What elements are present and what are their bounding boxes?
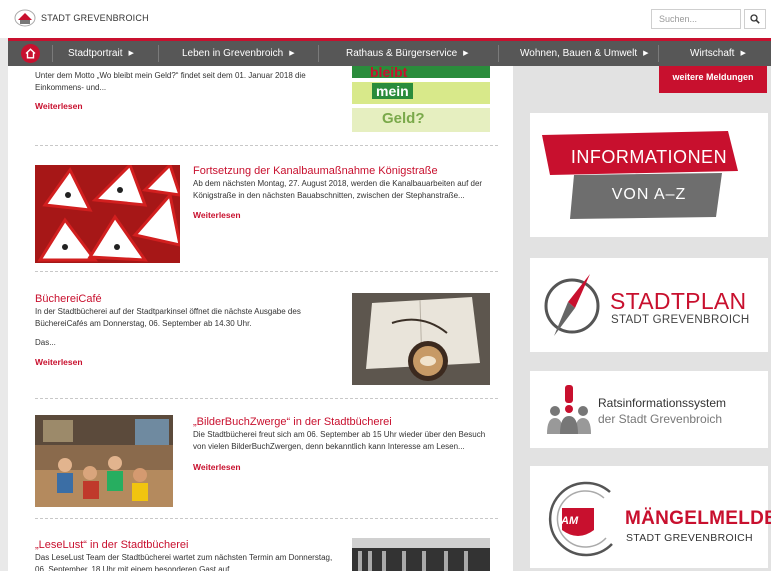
read-more-link[interactable]: Weiterlesen <box>193 210 493 220</box>
sidebar: weitere Meldungen INFORMATIONEN VON A–Z … <box>513 66 771 571</box>
nav-item-stadtportrait[interactable]: Stadtportrait ▶ <box>68 41 134 66</box>
city-map-tile[interactable]: STADTPLAN STADT GREVENBROICH <box>530 258 768 352</box>
triangle-right-icon: ▶ <box>643 50 649 57</box>
nav-item-rathaus[interactable]: Rathaus & Bürgerservice ▶ <box>346 41 469 66</box>
search-icon <box>750 14 760 24</box>
news-item-title[interactable]: BüchereiCafé <box>35 292 335 306</box>
nav-item-label: Rathaus & Bürgerservice <box>346 48 458 59</box>
info-a-z-subtitle: VON A–Z <box>611 186 687 203</box>
defect-reporter-subtitle: STADT GREVENBROICH <box>626 532 753 544</box>
info-a-z-graphic <box>542 131 738 219</box>
read-more-link[interactable]: Weiterlesen <box>193 462 493 472</box>
read-more-link[interactable]: Weiterlesen <box>35 357 335 367</box>
compass-icon <box>544 274 600 336</box>
city-map-title: STADTPLAN <box>610 288 747 314</box>
children-library-image[interactable] <box>35 415 173 507</box>
nav-item-wirtschaft[interactable]: Wirtschaft ▶ <box>690 41 746 66</box>
news-item-text: In der Stadtbücherei auf der Stadtparkin… <box>35 307 301 328</box>
nav-item-label: Stadtportrait <box>68 48 123 59</box>
news-item-text: Ab dem nächsten Montag, 27. August 2018,… <box>193 179 483 200</box>
campaign-word: mein <box>372 83 413 99</box>
top-header: STADT GREVENBROICH Suchen... <box>0 0 771 38</box>
triangle-right-icon: ▶ <box>740 50 746 57</box>
council-info-title: Ratsinformationssystem <box>598 396 727 410</box>
nav-divider <box>52 45 53 62</box>
cafe-book-image[interactable] <box>352 293 490 385</box>
nav-divider <box>658 45 659 62</box>
news-item: BüchereiCafé In der Stadtbücherei auf de… <box>35 292 335 367</box>
news-divider <box>35 518 498 519</box>
news-divider <box>35 271 498 272</box>
news-item-title[interactable]: Fortsetzung der Kanalbaumaßnahme Königst… <box>193 164 493 178</box>
defect-reporter-tile[interactable]: AM MÄNGELMELDER STADT GREVENBROICH <box>530 466 771 568</box>
search-input[interactable]: Suchen... <box>651 9 741 29</box>
more-news-button[interactable]: weitere Meldungen <box>659 66 767 93</box>
nav-divider <box>158 45 159 62</box>
home-icon <box>20 44 40 63</box>
search-button[interactable] <box>744 9 766 29</box>
city-map-subtitle: STADT GREVENBROICH <box>611 314 750 326</box>
triangle-right-icon: ▶ <box>128 50 134 57</box>
defect-reporter-logo-icon <box>548 481 613 557</box>
news-item: Fortsetzung der Kanalbaumaßnahme Königst… <box>193 164 493 220</box>
info-a-z-tile[interactable]: INFORMATIONEN VON A–Z <box>530 113 768 237</box>
news-item: „BilderBuchZwerge“ in der Stadtbücherei … <box>193 415 493 472</box>
roadworks-sign-image[interactable] <box>35 165 180 263</box>
campaign-word: Geld? <box>382 110 425 127</box>
home-button[interactable] <box>8 41 52 66</box>
nav-item-label: Leben in Grevenbroich <box>182 48 284 59</box>
city-emblem-icon <box>14 9 36 27</box>
nav-divider <box>318 45 319 62</box>
news-column: Unter dem Motto „Wo bleibt mein Geld?“ f… <box>8 66 513 571</box>
news-item-text: Das LeseLust Team der Stadtbücherei wart… <box>35 553 333 571</box>
news-item-text: Unter dem Motto „Wo bleibt mein Geld?“ f… <box>35 71 306 92</box>
triangle-right-icon: ▶ <box>289 50 295 57</box>
site-logo[interactable]: STADT GREVENBROICH <box>14 9 149 27</box>
council-info-tile[interactable]: Ratsinformationssystem der Stadt Grevenb… <box>530 371 768 448</box>
read-more-link[interactable]: Weiterlesen <box>35 101 325 111</box>
council-members-icon <box>547 385 591 434</box>
defect-reporter-badge: AM <box>561 515 579 527</box>
news-divider <box>35 398 498 399</box>
nav-item-leben[interactable]: Leben in Grevenbroich ▶ <box>182 41 295 66</box>
site-logo-text: STADT GREVENBROICH <box>41 13 149 23</box>
news-divider <box>35 145 498 146</box>
nav-item-wohnen[interactable]: Wohnen, Bauen & Umwelt ▶ <box>520 41 649 66</box>
tax-campaign-image[interactable]: bleibt mein Geld? <box>352 66 490 134</box>
nav-item-label: Wohnen, Bauen & Umwelt <box>520 48 638 59</box>
campaign-word: bleibt <box>370 66 408 80</box>
triangle-right-icon: ▶ <box>463 50 469 57</box>
news-item-text: Das... <box>35 338 56 347</box>
council-info-subtitle: der Stadt Grevenbroich <box>598 412 723 426</box>
news-item-title[interactable]: „BilderBuchZwerge“ in der Stadtbücherei <box>193 415 493 429</box>
info-a-z-title: INFORMATIONEN <box>570 147 728 167</box>
news-item-title[interactable]: „LeseLust“ in der Stadtbücherei <box>35 538 335 552</box>
nav-divider <box>498 45 499 62</box>
main-navigation: Stadtportrait ▶ Leben in Grevenbroich ▶ Ra… <box>8 38 771 66</box>
news-item: „LeseLust“ in der Stadtbücherei Das Lese… <box>35 538 335 571</box>
news-item-text: Die Stadtbücherei freut sich am 06. Sept… <box>193 430 486 451</box>
defect-reporter-title: MÄNGELMELDER <box>625 508 771 529</box>
news-item: Unter dem Motto „Wo bleibt mein Geld?“ f… <box>35 70 325 111</box>
library-shelves-image[interactable] <box>352 538 490 571</box>
nav-item-label: Wirtschaft <box>690 48 735 59</box>
page: STADT GREVENBROICH Suchen... Stadtportra… <box>0 0 771 571</box>
